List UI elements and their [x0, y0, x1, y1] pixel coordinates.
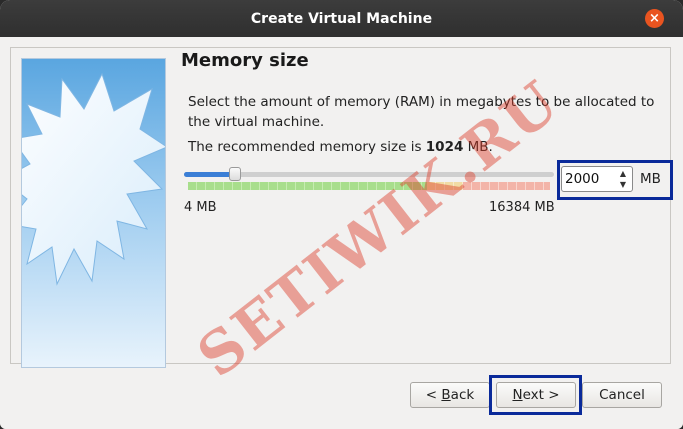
cancel-button[interactable]: Cancel: [582, 382, 662, 408]
spin-arrows[interactable]: ▲ ▼: [616, 169, 630, 189]
memory-description: Select the amount of memory (RAM) in meg…: [188, 94, 655, 130]
recommend-value: 1024: [425, 139, 464, 155]
close-glyph: ×: [649, 11, 660, 26]
memory-size-input[interactable]: [565, 170, 613, 188]
safe-range-ticks: [188, 182, 427, 190]
starburst-graphic: [22, 72, 165, 286]
window-title: Create Virtual Machine: [250, 10, 433, 27]
warning-range-ticks: [426, 182, 464, 190]
recommended-memory-text: The recommended memory size is 1024 MB.: [188, 139, 493, 155]
recommend-suffix: MB.: [463, 139, 493, 155]
dialog-body: Memory size Select the amount of memory …: [0, 37, 683, 429]
slider-min-label: 4 MB: [184, 200, 217, 215]
next-button-highlight: [489, 375, 582, 415]
memory-slider-handle[interactable]: [229, 167, 242, 181]
page-title: Memory size: [181, 50, 309, 71]
close-icon[interactable]: ×: [645, 9, 664, 28]
memory-slider-ticks: [188, 182, 550, 190]
danger-range-ticks: [463, 182, 550, 190]
back-button[interactable]: < Back: [410, 382, 490, 408]
back-prefix: <: [425, 387, 442, 403]
back-mnemonic: B: [441, 387, 451, 403]
slider-max-label: 16384 MB: [489, 200, 555, 215]
spin-down-icon[interactable]: ▼: [620, 180, 626, 189]
memory-unit-label: MB: [640, 171, 661, 187]
spin-up-icon[interactable]: ▲: [620, 169, 626, 178]
dialog-window: Create Virtual Machine × Memory size Sel…: [0, 0, 683, 429]
memory-slider-fill: [184, 172, 236, 177]
memory-size-spinbox[interactable]: ▲ ▼: [561, 166, 633, 192]
back-rest: ack: [450, 387, 475, 403]
wizard-banner-image: [21, 58, 166, 368]
recommend-prefix: The recommended memory size is: [188, 139, 426, 155]
memory-slider[interactable]: [184, 167, 554, 181]
title-bar[interactable]: Create Virtual Machine ×: [0, 0, 683, 37]
